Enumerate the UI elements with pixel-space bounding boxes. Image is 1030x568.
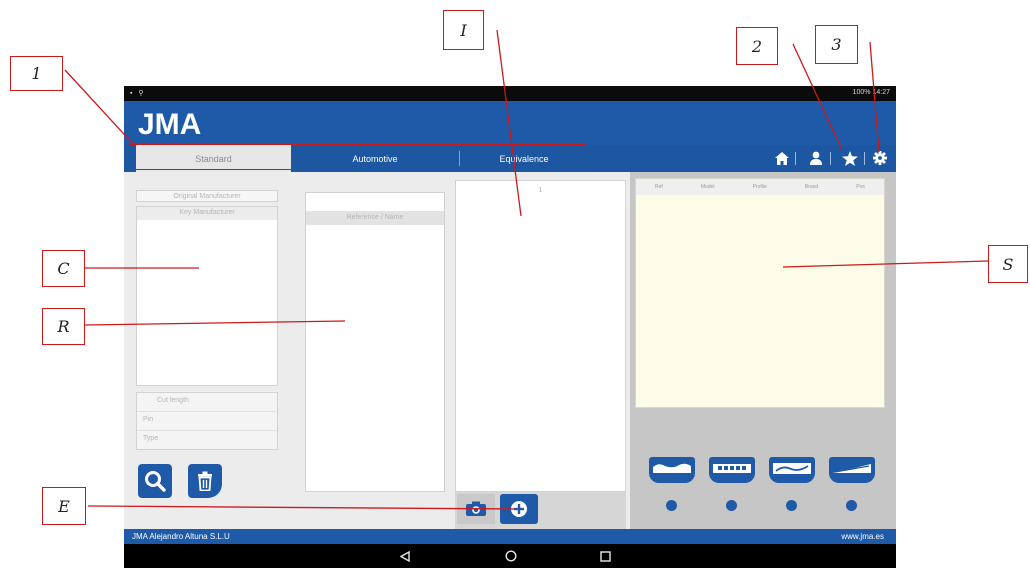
add-button[interactable]: [500, 494, 538, 524]
callout-1: 1: [10, 56, 63, 91]
status-icons: ▪ ⚲: [130, 90, 146, 97]
delete-button[interactable]: [188, 464, 222, 498]
key-dimple-icon: [713, 464, 751, 473]
toolbar-divider: [795, 152, 796, 165]
toolbar-divider: [830, 152, 831, 165]
callout-s: S: [988, 245, 1028, 283]
callout-c: C: [42, 250, 85, 287]
search-icon: [145, 471, 166, 492]
plus-icon: [511, 501, 527, 517]
callout-e: E: [42, 487, 86, 525]
android-nav-bar: [124, 544, 896, 568]
key-type-button-4[interactable]: [829, 457, 875, 483]
callout-i: I: [443, 10, 484, 50]
filter-fields: Cut length Pin Type: [136, 392, 278, 450]
original-manufacturer-label: Original Manufacturer: [173, 193, 241, 200]
home-icon[interactable]: [774, 150, 790, 166]
column-model: Model: [700, 184, 715, 190]
camera-icon: [466, 501, 486, 516]
search-button[interactable]: [138, 464, 172, 498]
reference-header-label: Reference / Name: [346, 214, 404, 221]
cut-length-field[interactable]: Cut length: [137, 397, 277, 404]
gear-icon[interactable]: [872, 150, 888, 166]
key-type-button-3[interactable]: [769, 457, 815, 483]
type-field[interactable]: Type: [137, 435, 277, 442]
app-footer: JMA Alejandro Altuna S.L.U www.jma.es: [124, 529, 896, 544]
key-3-indicator: [786, 500, 797, 511]
back-icon[interactable]: [398, 549, 412, 563]
key-track-icon: [773, 463, 811, 474]
home-nav-icon[interactable]: [504, 549, 518, 563]
results-area: Ref Model Profile Brand Pos: [630, 172, 896, 529]
key-image-panel: 1: [455, 180, 626, 492]
website-link[interactable]: www.jma.es: [841, 532, 884, 541]
main-content: Original Manufacturer Key Manufacturer C…: [124, 172, 896, 529]
app-header: JMA: [124, 101, 896, 145]
key-manufacturer-label: Key Manufacturer: [179, 209, 235, 216]
callout-r: R: [42, 308, 85, 345]
reference-list[interactable]: Reference / Name: [305, 192, 445, 492]
company-name: JMA Alejandro Altuna S.L.U: [132, 532, 230, 541]
callout-2: 2: [736, 27, 778, 65]
key-2-indicator: [726, 500, 737, 511]
toolbar-divider: [864, 152, 865, 165]
image-marker: 1: [538, 187, 543, 194]
user-icon[interactable]: [808, 150, 824, 166]
pin-field[interactable]: Pin: [137, 416, 277, 423]
key-tubular-icon: [833, 464, 871, 473]
annotated-screenshot: ▪ ⚲ 100% 14:27 JMA Standard Automotive E…: [0, 0, 1030, 568]
divider: [137, 411, 277, 412]
star-icon[interactable]: [842, 150, 858, 166]
status-bar: ▪ ⚲ 100% 14:27: [124, 86, 896, 101]
key-4-indicator: [846, 500, 857, 511]
camera-button[interactable]: [457, 494, 495, 524]
column-pos: Pos: [856, 184, 865, 190]
column-ref: Ref: [655, 184, 663, 190]
original-manufacturer-field[interactable]: Original Manufacturer: [136, 190, 278, 202]
key-type-button-2[interactable]: [709, 457, 755, 483]
key-profile-icon: [653, 463, 691, 473]
status-right-text: 100% 14:27: [852, 89, 890, 96]
jma-logo: JMA: [138, 108, 201, 138]
results-table-header: Ref Model Profile Brand Pos: [636, 179, 884, 195]
tabs-highlight: [129, 144, 586, 170]
key-type-button-1[interactable]: [649, 457, 695, 483]
logo-text: JMA: [138, 108, 201, 138]
recents-icon[interactable]: [598, 549, 612, 563]
column-profile: Profile: [752, 184, 767, 190]
trash-icon: [198, 471, 212, 491]
callout-3: 3: [815, 25, 858, 64]
key-1-indicator: [666, 500, 677, 511]
divider: [137, 430, 277, 431]
results-table: Ref Model Profile Brand Pos: [635, 178, 885, 408]
key-manufacturer-list[interactable]: Key Manufacturer: [136, 206, 278, 386]
column-brand: Brand: [804, 184, 819, 190]
